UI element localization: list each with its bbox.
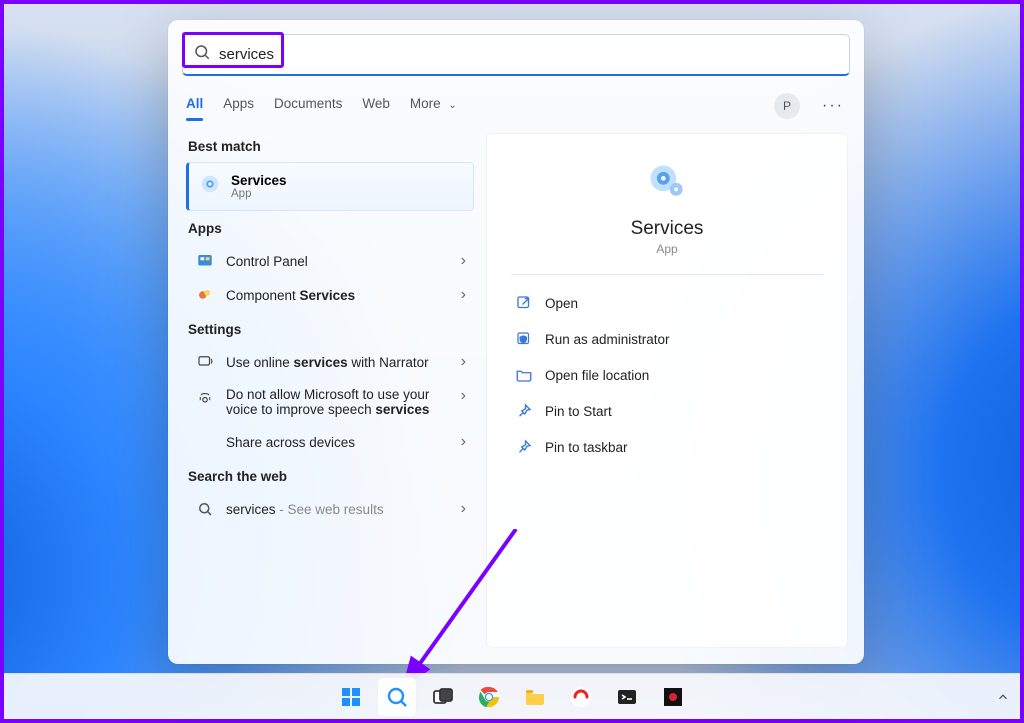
- section-search-web: Search the web: [188, 469, 472, 484]
- result-setting-share-devices[interactable]: Share across devices ›: [186, 425, 474, 459]
- taskbar-chrome-button[interactable]: [469, 677, 509, 717]
- result-setting-label: Share across devices: [226, 435, 355, 450]
- results-column: Best match Services App Apps Control Pan…: [168, 121, 478, 664]
- section-settings: Settings: [188, 322, 472, 337]
- preview-title: Services: [511, 218, 823, 240]
- action-label: Pin to Start: [545, 404, 612, 419]
- chevron-down-icon: ⌄: [448, 100, 456, 111]
- taskbar-app-circle-button[interactable]: [561, 677, 601, 717]
- user-avatar[interactable]: P: [774, 93, 800, 119]
- search-box[interactable]: [182, 34, 850, 76]
- taskbar-file-explorer-button[interactable]: [515, 677, 555, 717]
- gear-icon: [199, 173, 221, 200]
- chevron-right-icon: ›: [461, 286, 466, 304]
- result-web-label: services - See web results: [226, 502, 384, 517]
- action-open[interactable]: Open: [511, 285, 823, 321]
- chevron-right-icon: ›: [461, 500, 466, 518]
- taskbar-app-dark-button[interactable]: [653, 677, 693, 717]
- chevron-right-icon: ›: [461, 252, 466, 270]
- result-preview-pane: Services App Open Run as administrator: [486, 133, 848, 648]
- tab-more[interactable]: More ⌄: [410, 90, 457, 121]
- section-apps: Apps: [188, 221, 472, 236]
- result-app-control-panel[interactable]: Control Panel ›: [186, 244, 474, 278]
- result-app-label: Component Services: [226, 288, 355, 303]
- tab-apps[interactable]: Apps: [223, 90, 254, 121]
- result-setting-label: Do not allow Microsoft to use your voice…: [226, 387, 446, 417]
- taskbar-taskview-button[interactable]: [423, 677, 463, 717]
- search-input[interactable]: [219, 46, 839, 63]
- result-setting-label: Use online services with Narrator: [226, 355, 429, 370]
- tab-all[interactable]: All: [186, 90, 203, 121]
- best-match-title: Services: [231, 173, 287, 188]
- result-web-search[interactable]: services - See web results ›: [186, 492, 474, 526]
- open-icon: [515, 294, 533, 312]
- result-setting-narrator[interactable]: Use online services with Narrator ›: [186, 345, 474, 379]
- result-app-component-services[interactable]: Component Services ›: [186, 278, 474, 312]
- action-label: Open: [545, 296, 578, 311]
- action-pin-to-taskbar[interactable]: Pin to taskbar: [511, 429, 823, 465]
- search-tabs: All Apps Documents Web More ⌄ P ···: [168, 80, 864, 121]
- search-icon: [193, 43, 211, 66]
- pin-icon: [515, 402, 533, 420]
- start-search-panel: All Apps Documents Web More ⌄ P ··· Best…: [168, 20, 864, 664]
- action-label: Pin to taskbar: [545, 440, 628, 455]
- chevron-right-icon: ›: [461, 387, 466, 405]
- result-setting-speech[interactable]: Do not allow Microsoft to use your voice…: [186, 379, 474, 425]
- action-label: Open file location: [545, 368, 649, 383]
- chevron-right-icon: ›: [461, 433, 466, 451]
- chevron-right-icon: ›: [461, 353, 466, 371]
- taskbar-start-button[interactable]: [331, 677, 371, 717]
- taskbar-terminal-button[interactable]: [607, 677, 647, 717]
- preview-subtitle: App: [511, 242, 823, 256]
- action-run-as-admin[interactable]: Run as administrator: [511, 321, 823, 357]
- pin-icon: [515, 438, 533, 456]
- narrator-icon: [194, 353, 216, 371]
- result-best-match-services[interactable]: Services App: [186, 162, 474, 211]
- tab-more-label: More: [410, 96, 441, 111]
- action-open-file-location[interactable]: Open file location: [511, 357, 823, 393]
- search-icon: [194, 500, 216, 518]
- divider: [511, 274, 823, 275]
- action-pin-to-start[interactable]: Pin to Start: [511, 393, 823, 429]
- gear-icon: [645, 160, 689, 204]
- tab-documents[interactable]: Documents: [274, 90, 342, 121]
- voice-icon: [194, 390, 216, 408]
- taskbar: [4, 673, 1020, 719]
- folder-icon: [515, 366, 533, 384]
- taskbar-center: [331, 677, 693, 717]
- taskbar-tray-expand[interactable]: [996, 674, 1010, 719]
- tab-web[interactable]: Web: [362, 90, 390, 121]
- best-match-subtitle: App: [231, 188, 287, 200]
- more-options-button[interactable]: ···: [820, 93, 846, 119]
- taskbar-search-button[interactable]: [377, 677, 417, 717]
- component-services-icon: [194, 286, 216, 304]
- shield-icon: [515, 330, 533, 348]
- control-panel-icon: [194, 252, 216, 270]
- search-row: [168, 20, 864, 80]
- section-best-match: Best match: [188, 139, 472, 154]
- result-app-label: Control Panel: [226, 254, 308, 269]
- action-label: Run as administrator: [545, 332, 670, 347]
